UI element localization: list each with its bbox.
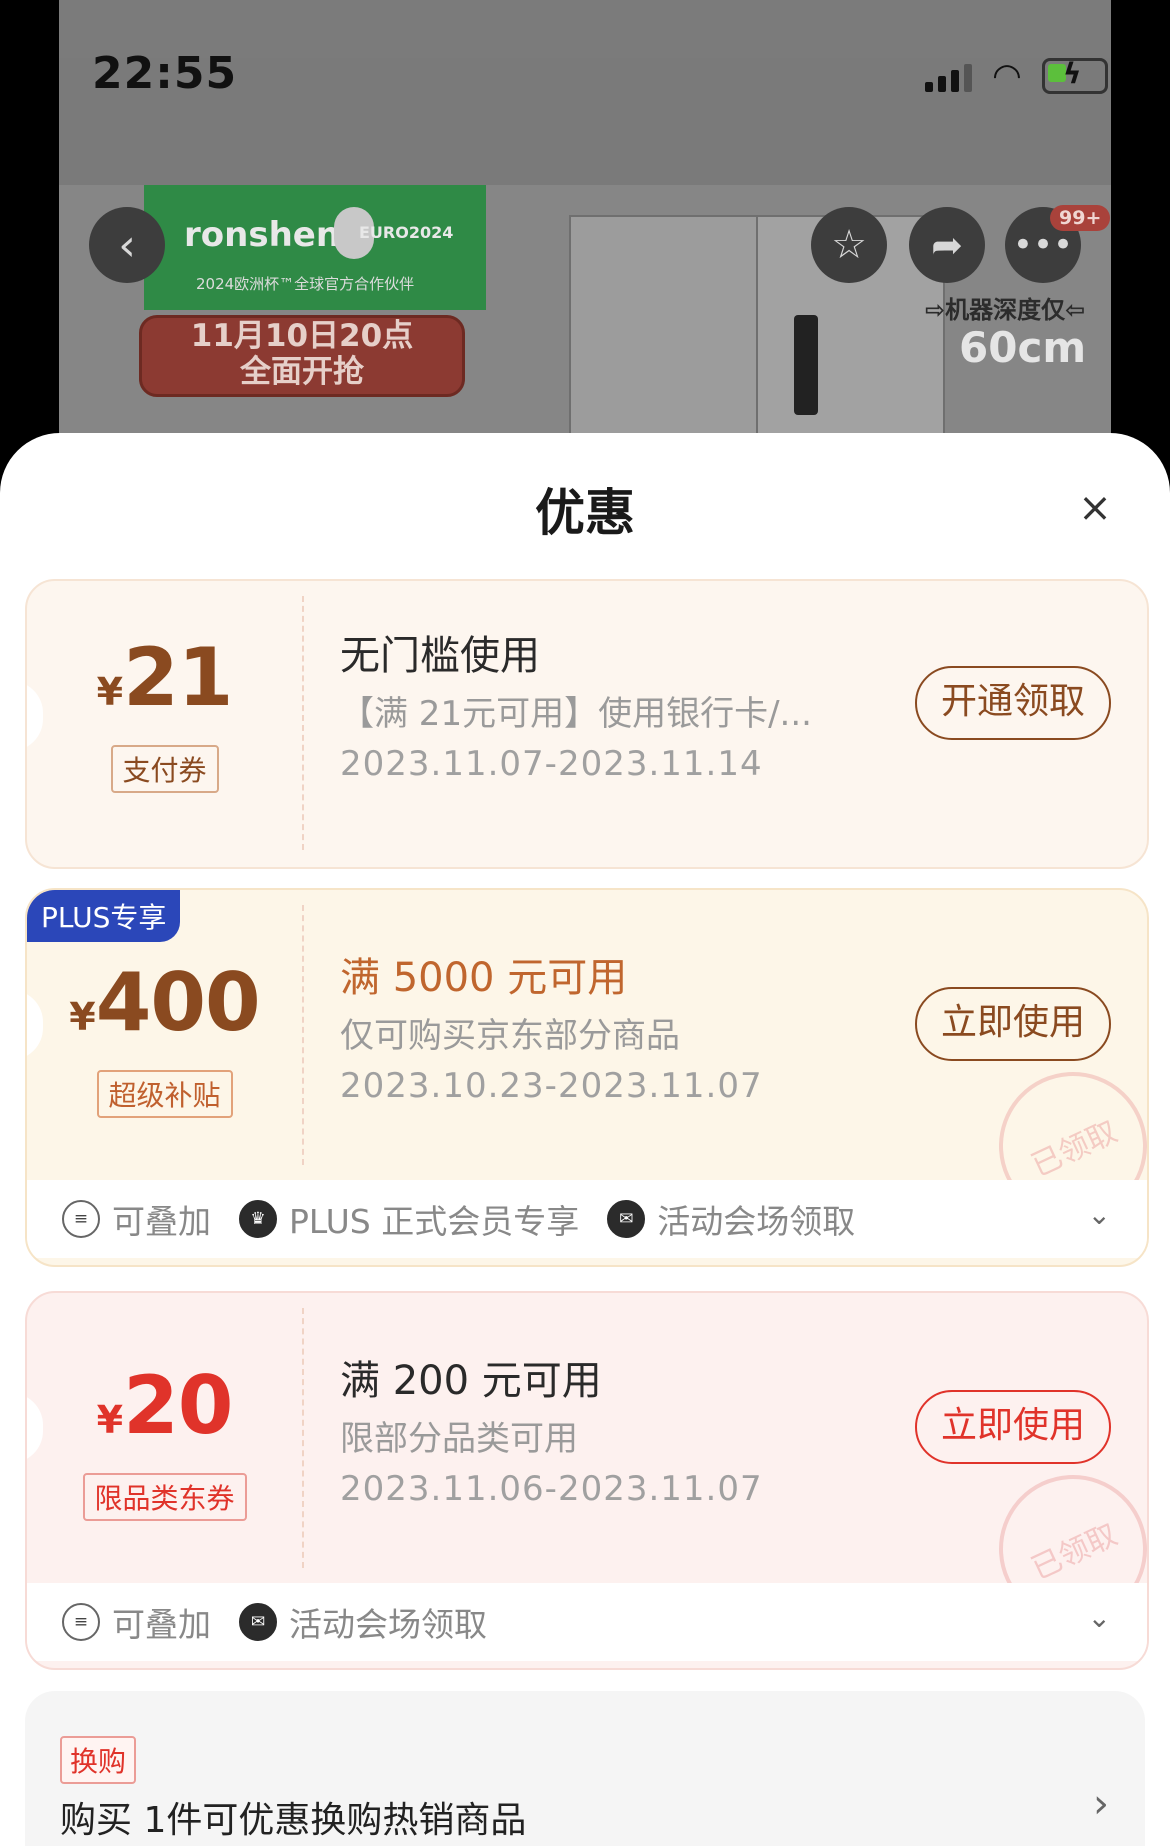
star-icon: ☆ <box>831 222 867 268</box>
wifi-icon: ◠ <box>993 56 1020 96</box>
activate-claim-button[interactable]: 开通领取 <box>914 666 1111 740</box>
tag-event-venue: ✉ 活动会场领取 <box>239 1598 487 1646</box>
tag-plus-member: ♛ PLUS 正式会员专享 <box>239 1195 579 1243</box>
brand-logo-box: ronshen EURO2024 2024欧洲杯™全球官方合作伙伴 <box>144 185 486 310</box>
close-button[interactable]: × <box>1075 488 1115 528</box>
tag-label: 活动会场领取 <box>289 1605 487 1644</box>
exchange-tag: 换购 <box>60 1736 137 1784</box>
coupon-date: 2023.11.06-2023.11.07 <box>340 1469 763 1509</box>
ticket-icon: ✉ <box>607 1200 646 1238</box>
promo-line-1: 11月10日20点 <box>190 318 414 354</box>
coupon-card-plus: PLUS专享 ¥400 超级补贴 满 5000 元可用 仅可购买京东部分商品 2… <box>25 888 1149 1267</box>
currency-symbol: ¥ <box>96 670 124 714</box>
discount-sheet: 优惠 × ¥21 支付券 无门槛使用 【满 21元可用】使用银行卡/... 20… <box>0 433 1170 1846</box>
coupon-main: ¥400 超级补贴 满 5000 元可用 仅可购买京东部分商品 2023.10.… <box>27 890 1147 1245</box>
coupon-title: 无门槛使用 <box>340 633 540 679</box>
coupon-amount: ¥20 <box>27 1359 302 1452</box>
tag-stackable: ≡ 可叠加 <box>62 1598 211 1646</box>
coupon-amount: ¥21 <box>27 631 302 724</box>
use-now-button[interactable]: 立即使用 <box>914 987 1111 1061</box>
coupon-type-tag: 超级补贴 <box>96 1070 233 1118</box>
coupon-details: 满 200 元可用 限部分品类可用 2023.11.06-2023.11.07 … <box>340 1293 1147 1648</box>
crown-icon: ♛ <box>239 1200 277 1238</box>
status-icons: ◠ ϟ <box>924 56 1108 96</box>
currency-symbol: ¥ <box>69 995 96 1039</box>
brand-euro: EURO2024 <box>359 223 454 242</box>
plus-exclusive-badge: PLUS专享 <box>27 890 181 942</box>
coupon-title: 满 5000 元可用 <box>340 955 628 1001</box>
coupon-tags-row[interactable]: ≡ 可叠加 ✉ 活动会场领取 ⌄ <box>27 1583 1147 1661</box>
tag-stackable: ≡ 可叠加 <box>62 1195 211 1243</box>
coupon-amount-area: ¥21 支付券 <box>27 581 302 865</box>
coupon-desc: 仅可购买京东部分商品 <box>340 1016 680 1056</box>
coupon-main: ¥21 支付券 无门槛使用 【满 21元可用】使用银行卡/... 2023.11… <box>27 581 1147 865</box>
share-icon: ➦ <box>931 223 963 267</box>
coupon-details: 满 5000 元可用 仅可购买京东部分商品 2023.10.23-2023.11… <box>340 890 1147 1245</box>
coupon-title: 满 200 元可用 <box>340 1358 602 1404</box>
fridge-door-left <box>569 215 758 449</box>
tag-label: PLUS 正式会员专享 <box>289 1202 580 1241</box>
favorite-button[interactable]: ☆ <box>811 207 887 283</box>
tag-label: 活动会场领取 <box>657 1202 856 1241</box>
coupon-amount-area: ¥20 限品类东券 <box>27 1293 302 1583</box>
coupon-amount: ¥400 <box>27 956 302 1049</box>
chevron-right-icon: › <box>1093 1781 1109 1827</box>
message-count-badge: 99+ <box>1050 205 1111 231</box>
use-now-button[interactable]: 立即使用 <box>914 1390 1111 1464</box>
status-time: 22:55 <box>92 48 238 99</box>
coupon-divider <box>302 596 304 850</box>
tag-label: 可叠加 <box>112 1605 211 1644</box>
coupon-main: ¥20 限品类东券 满 200 元可用 限部分品类可用 2023.11.06-2… <box>27 1293 1147 1648</box>
coupon-type-tag: 支付券 <box>110 745 219 793</box>
chevron-down-icon[interactable]: ⌄ <box>1088 1198 1111 1231</box>
currency-symbol: ¥ <box>96 1398 124 1442</box>
amount-value: 20 <box>123 1359 233 1452</box>
ticket-icon: ✉ <box>239 1603 277 1641</box>
brand-sub: 2024欧洲杯™全球官方合作伙伴 <box>196 275 415 293</box>
promo-line-2: 全面开抢 <box>240 354 364 390</box>
coupon-details: 无门槛使用 【满 21元可用】使用银行卡/... 2023.11.07-2023… <box>340 581 1147 865</box>
cellular-signal-icon <box>924 60 972 92</box>
share-button[interactable]: ➦ <box>909 207 985 283</box>
amount-value: 21 <box>123 631 233 724</box>
chevron-down-icon[interactable]: ⌄ <box>1088 1601 1111 1634</box>
tag-label: 可叠加 <box>112 1202 211 1241</box>
close-icon: × <box>1078 485 1112 531</box>
stack-icon: ≡ <box>62 1200 100 1238</box>
amount-value: 400 <box>95 956 261 1049</box>
battery-icon: ϟ <box>1042 57 1108 94</box>
coupon-date: 2023.10.23-2023.11.07 <box>340 1066 763 1106</box>
chevron-left-icon: ‹ <box>118 219 136 271</box>
brand-name: ronshen <box>184 215 341 255</box>
coupon-tags-row[interactable]: ≡ 可叠加 ♛ PLUS 正式会员专享 ✉ 活动会场领取 ⌄ <box>27 1180 1147 1258</box>
coupon-card-category: ¥20 限品类东券 满 200 元可用 限部分品类可用 2023.11.06-2… <box>25 1291 1149 1670</box>
depth-value: 60cm <box>959 323 1087 372</box>
fridge-display-panel <box>794 315 818 415</box>
promo-date-badge: 11月10日20点 全面开抢 <box>139 315 465 397</box>
coupon-divider <box>302 905 304 1165</box>
depth-label: ⇨机器深度仅⇦ <box>925 296 1086 324</box>
coupon-divider <box>302 1308 304 1568</box>
coupon-desc: 【满 21元可用】使用银行卡/... <box>340 694 812 734</box>
exchange-purchase-card[interactable]: 换购 购买 1件可优惠换购热销商品 › <box>25 1691 1145 1846</box>
tag-event-venue: ✉ 活动会场领取 <box>607 1195 855 1243</box>
more-dots-icon: ••• <box>1012 225 1074 265</box>
coupon-date: 2023.11.07-2023.11.14 <box>340 744 763 784</box>
coupon-desc: 限部分品类可用 <box>340 1419 578 1459</box>
coupon-card-payment: ¥21 支付券 无门槛使用 【满 21元可用】使用银行卡/... 2023.11… <box>25 579 1149 869</box>
back-button[interactable]: ‹ <box>89 207 165 283</box>
coupon-type-tag: 限品类东券 <box>82 1473 247 1521</box>
sheet-title: 优惠 <box>535 484 635 542</box>
exchange-text: 购买 1件可优惠换购热销商品 <box>60 1800 527 1841</box>
stack-icon: ≡ <box>62 1603 100 1641</box>
